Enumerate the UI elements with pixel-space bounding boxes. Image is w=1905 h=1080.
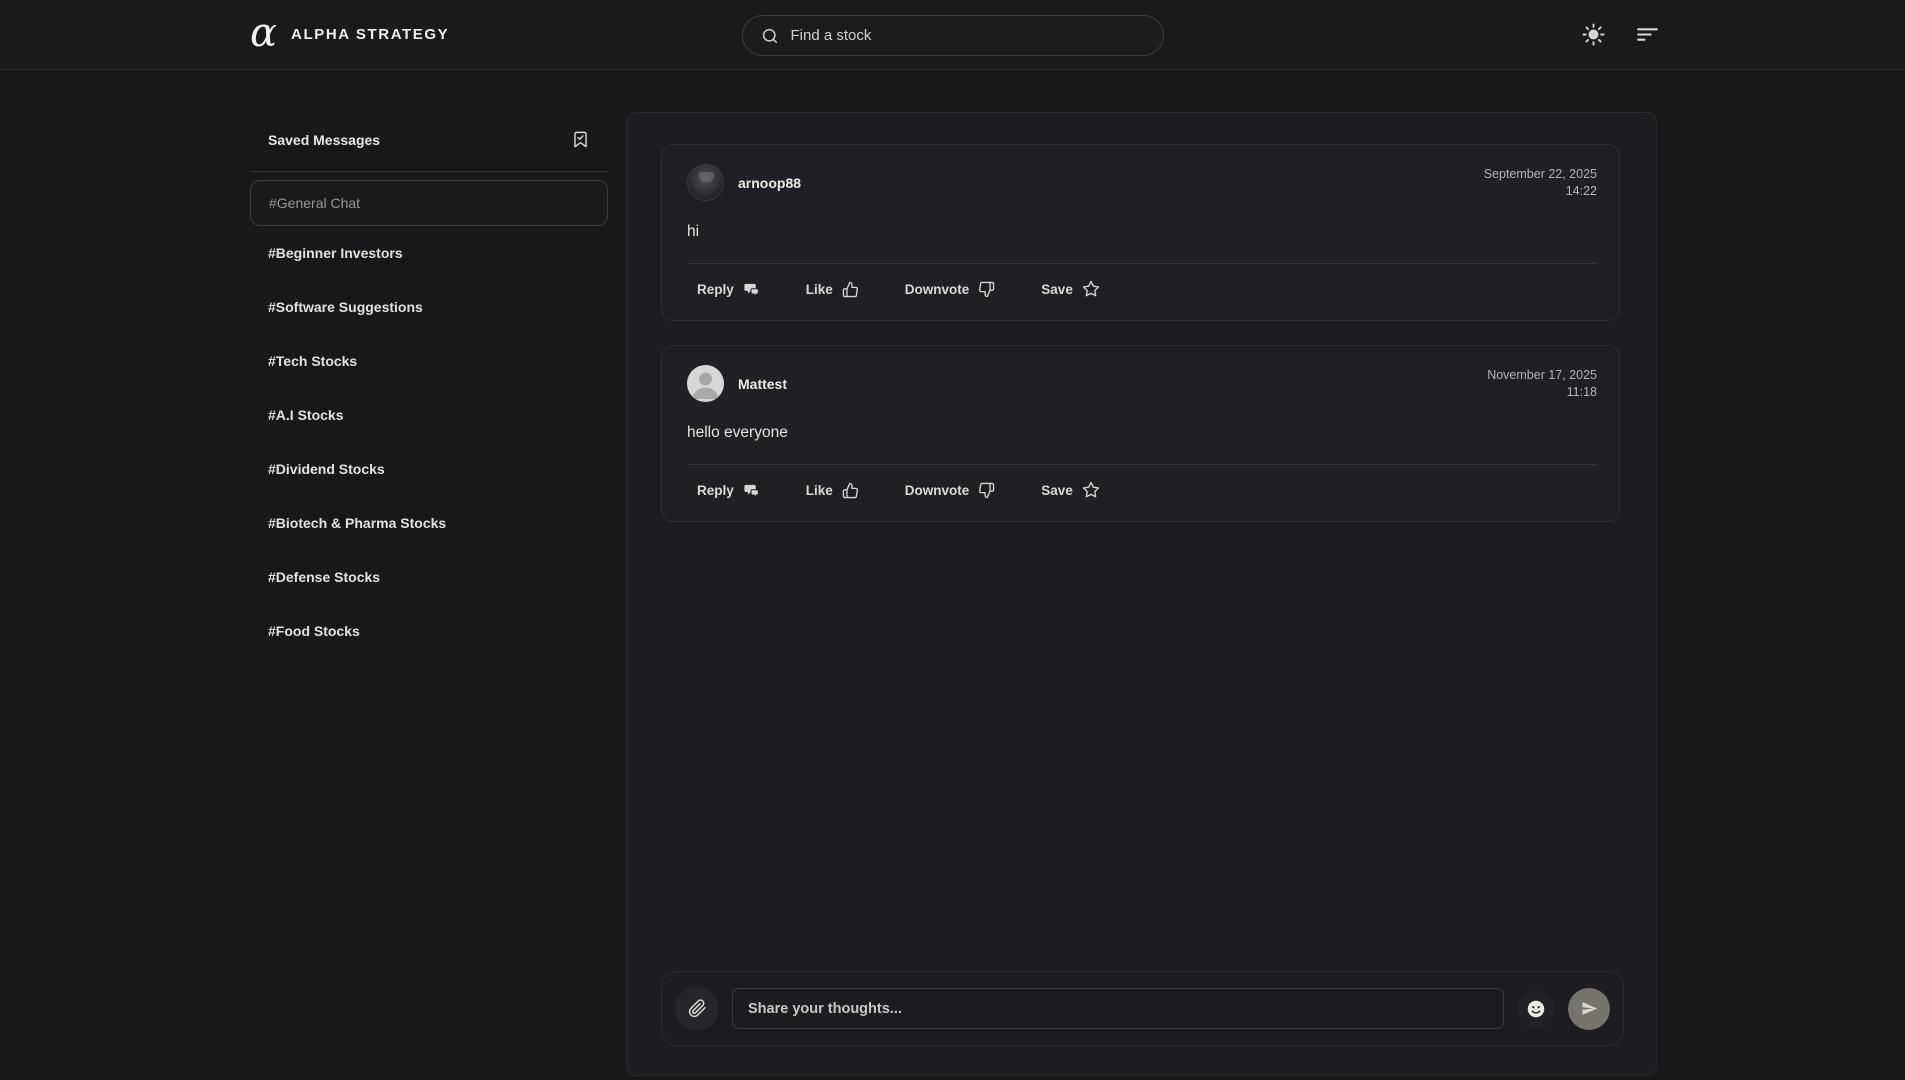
send-icon bbox=[1581, 1000, 1598, 1017]
channel-label: #Dividend Stocks bbox=[268, 461, 385, 477]
main-content: Saved Messages #General Chat #Beginner I… bbox=[0, 70, 1905, 1076]
active-channel-label: #General Chat bbox=[269, 195, 360, 211]
message-timestamp: November 17, 2025 11:18 bbox=[1487, 365, 1597, 401]
channel-label: #Beginner Investors bbox=[268, 245, 403, 261]
reply-button[interactable]: Reply bbox=[697, 482, 760, 499]
smiley-icon bbox=[1525, 998, 1547, 1020]
channel-label: #Biotech & Pharma Stocks bbox=[268, 515, 446, 531]
message-timestamp: September 22, 2025 14:22 bbox=[1484, 164, 1597, 200]
theme-toggle-button[interactable] bbox=[1580, 21, 1607, 48]
message-username[interactable]: arnoop88 bbox=[738, 175, 801, 191]
header-actions bbox=[1580, 20, 1662, 49]
app-root: α ALPHA STRATEGY bbox=[0, 0, 1905, 1080]
like-button[interactable]: Like bbox=[806, 482, 859, 499]
bookmark-check-icon bbox=[571, 130, 590, 149]
avatar[interactable] bbox=[687, 164, 724, 201]
save-button[interactable]: Save bbox=[1041, 280, 1100, 298]
message-time: 14:22 bbox=[1484, 183, 1597, 200]
message-header: arnoop88 September 22, 2025 14:22 bbox=[687, 164, 1597, 201]
menu-lines-icon bbox=[1635, 22, 1660, 47]
sidebar-item-defense-stocks[interactable]: #Defense Stocks bbox=[250, 550, 608, 604]
channel-label: #Software Suggestions bbox=[268, 299, 423, 315]
channel-label: #Defense Stocks bbox=[268, 569, 380, 585]
channel-label: #Food Stocks bbox=[268, 623, 360, 639]
sidebar-item-software-suggestions[interactable]: #Software Suggestions bbox=[250, 280, 608, 334]
alpha-logo-icon: α bbox=[250, 13, 277, 53]
composer-input[interactable] bbox=[732, 988, 1504, 1029]
message-time: 11:18 bbox=[1487, 384, 1597, 401]
sidebar-item-tech-stocks[interactable]: #Tech Stocks bbox=[250, 334, 608, 388]
save-label: Save bbox=[1041, 483, 1073, 498]
message-text: hi bbox=[687, 223, 1597, 241]
brand-title: ALPHA STRATEGY bbox=[291, 26, 449, 43]
brand-logo[interactable]: α ALPHA STRATEGY bbox=[250, 17, 449, 53]
sidebar-divider bbox=[250, 171, 608, 172]
message-composer bbox=[661, 971, 1624, 1046]
top-header: α ALPHA STRATEGY bbox=[0, 0, 1905, 70]
like-button[interactable]: Like bbox=[806, 281, 859, 298]
sidebar-item-ai-stocks[interactable]: #A.I Stocks bbox=[250, 388, 608, 442]
message-date: September 22, 2025 bbox=[1484, 166, 1597, 183]
chat-bubbles-icon bbox=[743, 482, 760, 499]
chat-panel: arnoop88 September 22, 2025 14:22 hi Rep… bbox=[626, 112, 1657, 1076]
stock-search-bar[interactable] bbox=[742, 15, 1164, 56]
reply-button[interactable]: Reply bbox=[697, 281, 760, 298]
attach-file-button[interactable] bbox=[675, 987, 719, 1031]
downvote-button[interactable]: Downvote bbox=[905, 482, 996, 499]
saved-messages-label: Saved Messages bbox=[268, 132, 380, 148]
sidebar-item-biotech-pharma-stocks[interactable]: #Biotech & Pharma Stocks bbox=[250, 496, 608, 550]
star-icon bbox=[1082, 280, 1100, 298]
downvote-label: Downvote bbox=[905, 282, 970, 297]
sidebar-item-food-stocks[interactable]: #Food Stocks bbox=[250, 604, 608, 658]
chat-bubbles-icon bbox=[743, 281, 760, 298]
message-header: Mattest November 17, 2025 11:18 bbox=[687, 365, 1597, 402]
thumbs-down-icon bbox=[978, 281, 995, 298]
downvote-button[interactable]: Downvote bbox=[905, 281, 996, 298]
reply-label: Reply bbox=[697, 483, 734, 498]
avatar[interactable] bbox=[687, 365, 724, 402]
message-card: Mattest November 17, 2025 11:18 hello ev… bbox=[661, 345, 1620, 522]
message-actions: Reply Like bbox=[687, 264, 1597, 304]
save-label: Save bbox=[1041, 282, 1073, 297]
saved-messages-button[interactable]: Saved Messages bbox=[250, 112, 608, 171]
sidebar-item-dividend-stocks[interactable]: #Dividend Stocks bbox=[250, 442, 608, 496]
message-text: hello everyone bbox=[687, 424, 1597, 442]
save-button[interactable]: Save bbox=[1041, 481, 1100, 499]
menu-button[interactable] bbox=[1633, 20, 1662, 49]
reply-label: Reply bbox=[697, 282, 734, 297]
like-label: Like bbox=[806, 282, 833, 297]
message-actions: Reply Like bbox=[687, 465, 1597, 505]
sun-icon bbox=[1582, 23, 1605, 46]
sidebar-item-beginner-investors[interactable]: #Beginner Investors bbox=[250, 226, 608, 280]
thumbs-down-icon bbox=[978, 482, 995, 499]
channel-sidebar: Saved Messages #General Chat #Beginner I… bbox=[250, 112, 608, 658]
channel-label: #Tech Stocks bbox=[268, 353, 357, 369]
message-date: November 17, 2025 bbox=[1487, 367, 1597, 384]
message-username[interactable]: Mattest bbox=[738, 376, 787, 392]
send-button[interactable] bbox=[1568, 988, 1610, 1030]
message-card: arnoop88 September 22, 2025 14:22 hi Rep… bbox=[661, 144, 1620, 321]
emoji-button[interactable] bbox=[1517, 990, 1555, 1028]
thumbs-up-icon bbox=[842, 482, 859, 499]
message-list: arnoop88 September 22, 2025 14:22 hi Rep… bbox=[627, 113, 1656, 522]
downvote-label: Downvote bbox=[905, 483, 970, 498]
search-input[interactable] bbox=[791, 27, 1145, 44]
paperclip-icon bbox=[688, 999, 707, 1018]
sidebar-item-general-chat[interactable]: #General Chat bbox=[250, 180, 608, 226]
star-icon bbox=[1082, 481, 1100, 499]
thumbs-up-icon bbox=[842, 281, 859, 298]
channel-label: #A.I Stocks bbox=[268, 407, 343, 423]
like-label: Like bbox=[806, 483, 833, 498]
search-icon bbox=[761, 27, 779, 45]
